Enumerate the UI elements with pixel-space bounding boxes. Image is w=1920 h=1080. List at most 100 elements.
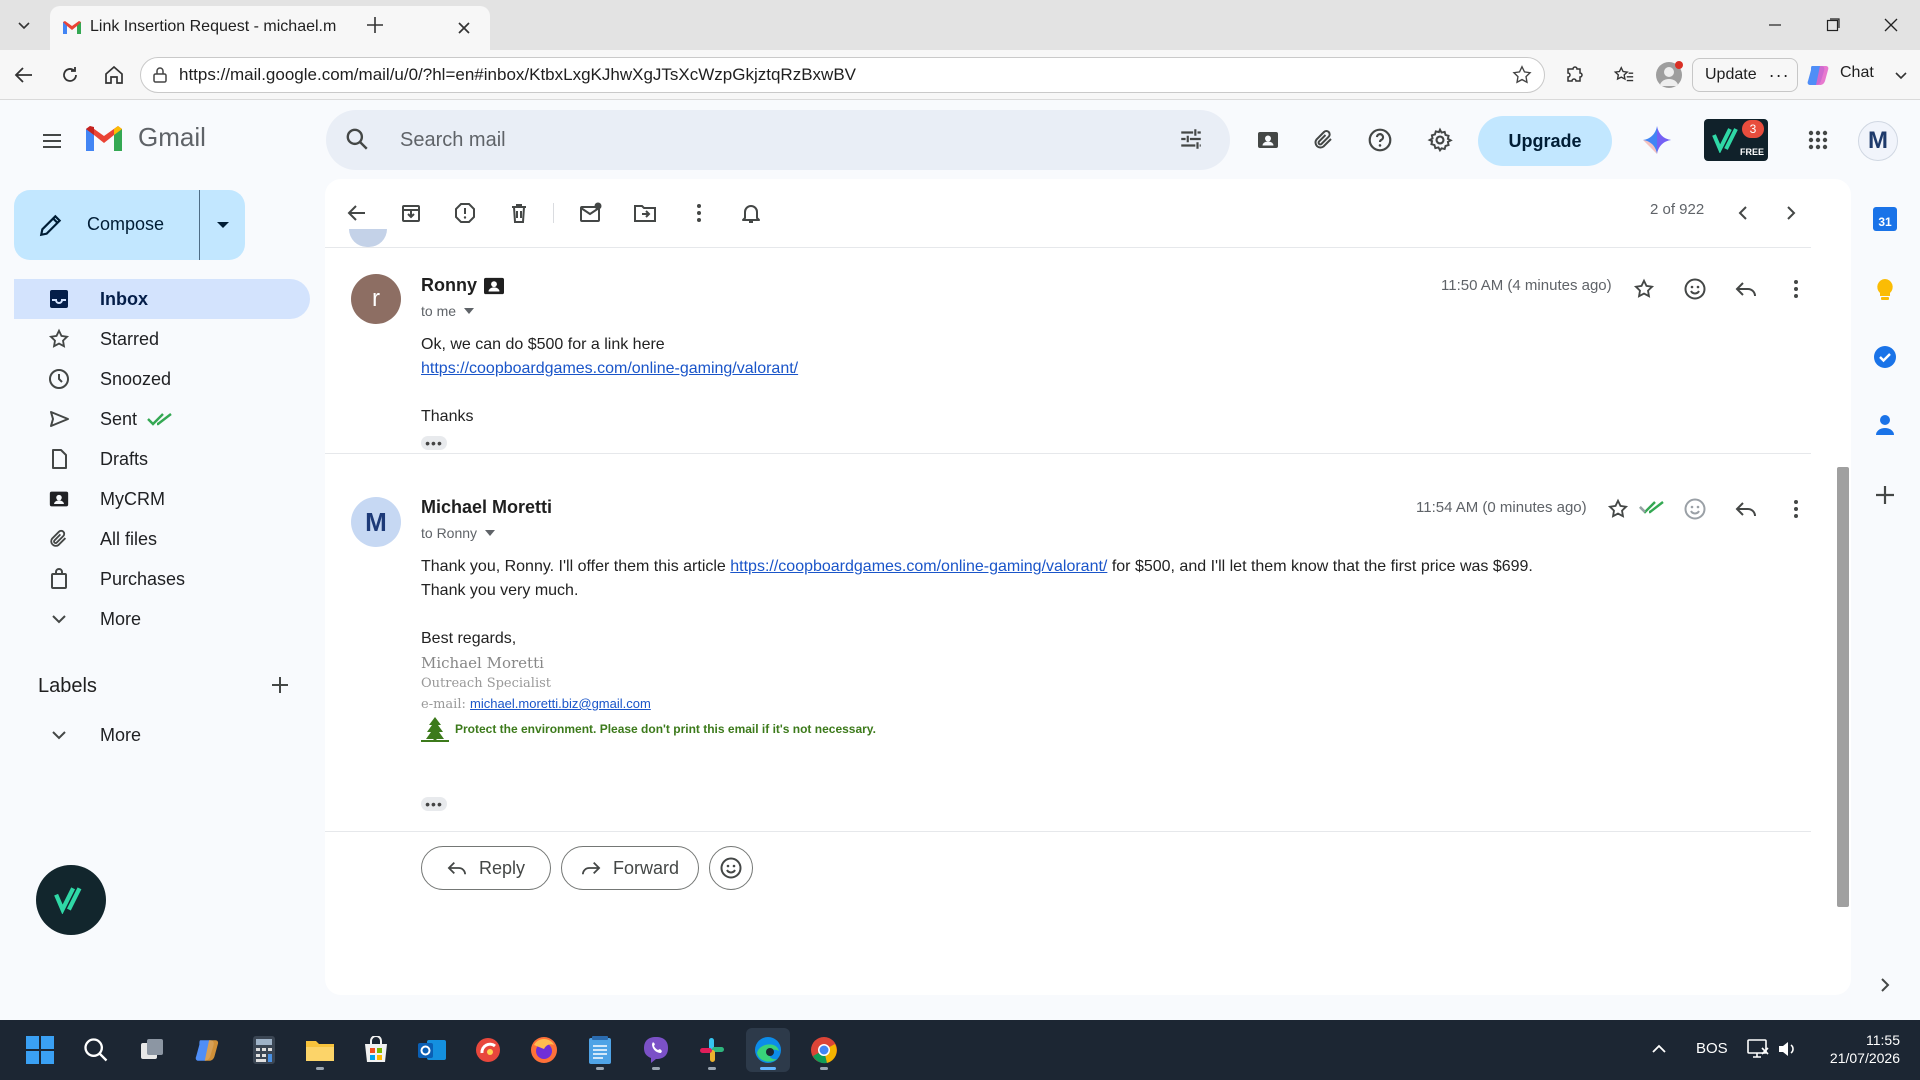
sidebar-item-sent[interactable]: Sent bbox=[14, 399, 310, 439]
reply-button[interactable] bbox=[1725, 488, 1767, 530]
search-input[interactable]: Search mail bbox=[400, 129, 506, 152]
compose-button[interactable]: Compose bbox=[14, 190, 245, 260]
notepad-taskbar-button[interactable] bbox=[578, 1028, 622, 1072]
create-label-button[interactable] bbox=[260, 665, 300, 705]
sidebar-item-mycrm[interactable]: MyCRM bbox=[14, 479, 310, 519]
article-link[interactable]: https://coopboardgames.com/online-gaming… bbox=[730, 558, 1107, 575]
mycrm-button[interactable] bbox=[1246, 118, 1290, 162]
update-button[interactable]: Update ··· bbox=[1692, 58, 1798, 92]
sidebar-item-all-files[interactable]: All files bbox=[14, 519, 310, 559]
keep-icon[interactable] bbox=[1873, 277, 1897, 303]
article-link[interactable]: https://coopboardgames.com/online-gaming… bbox=[421, 360, 798, 377]
main-menu-button[interactable] bbox=[28, 117, 76, 165]
volume-icon[interactable] bbox=[1776, 1038, 1798, 1060]
network-icon[interactable] bbox=[1746, 1038, 1770, 1060]
star-button[interactable] bbox=[1597, 488, 1639, 530]
labels-more[interactable]: More bbox=[14, 715, 310, 755]
favorite-star-icon[interactable] bbox=[1511, 64, 1533, 86]
slack-taskbar-button[interactable] bbox=[690, 1028, 734, 1072]
firefox-taskbar-button[interactable] bbox=[522, 1028, 566, 1072]
reload-button[interactable] bbox=[52, 57, 88, 93]
calculator-taskbar-button[interactable] bbox=[242, 1028, 286, 1072]
back-button[interactable] bbox=[6, 57, 42, 93]
favorites-button[interactable] bbox=[1606, 57, 1642, 93]
get-addons-button[interactable] bbox=[1873, 483, 1897, 507]
star-button[interactable] bbox=[1623, 268, 1665, 310]
message-more-button[interactable] bbox=[1775, 488, 1817, 530]
previous-message-avatar[interactable] bbox=[349, 229, 387, 247]
new-tab-button[interactable] bbox=[357, 7, 393, 43]
start-button[interactable] bbox=[18, 1028, 62, 1072]
message-more-button[interactable] bbox=[1775, 268, 1817, 310]
add-reaction-button[interactable] bbox=[1674, 488, 1716, 530]
tray-overflow-icon[interactable] bbox=[1650, 1040, 1668, 1058]
viber-taskbar-button[interactable] bbox=[634, 1028, 678, 1072]
settings-button[interactable] bbox=[1418, 118, 1462, 162]
sidebar-item-drafts[interactable]: Drafts bbox=[14, 439, 310, 479]
search-options-icon[interactable] bbox=[1178, 126, 1204, 152]
extensions-button[interactable] bbox=[1556, 57, 1592, 93]
tasks-icon[interactable] bbox=[1873, 345, 1897, 369]
gmail-logo-icon[interactable] bbox=[84, 123, 124, 153]
recipient-toggle[interactable]: to me bbox=[421, 303, 475, 319]
account-avatar[interactable]: M bbox=[1858, 121, 1898, 161]
search-taskbar-button[interactable] bbox=[74, 1028, 118, 1072]
copilot-taskbar-button[interactable] bbox=[186, 1028, 230, 1072]
avatar[interactable]: M bbox=[351, 497, 401, 547]
copilot-icon[interactable] bbox=[1806, 62, 1832, 88]
mark-unread-button[interactable] bbox=[569, 191, 613, 235]
avatar[interactable]: r bbox=[351, 274, 401, 324]
reply-button[interactable] bbox=[1725, 268, 1767, 310]
sidebar-item-purchases[interactable]: Purchases bbox=[14, 559, 310, 599]
attachments-button[interactable] bbox=[1302, 118, 1346, 162]
chevron-down-icon[interactable] bbox=[1893, 67, 1909, 83]
address-bar[interactable]: https://mail.google.com/mail/u/0/?hl=en#… bbox=[140, 57, 1545, 93]
language-indicator[interactable]: BOS bbox=[1696, 1040, 1728, 1057]
more-actions-button[interactable] bbox=[677, 191, 721, 235]
sidebar-item-inbox[interactable]: Inbox bbox=[14, 279, 310, 319]
site-info-icon[interactable] bbox=[151, 66, 169, 84]
task-view-button[interactable] bbox=[130, 1028, 174, 1072]
compose-options-icon[interactable] bbox=[216, 219, 230, 231]
delete-button[interactable] bbox=[497, 191, 541, 235]
signature-email-link[interactable]: michael.moretti.biz@gmail.com bbox=[470, 696, 651, 711]
search-bar[interactable]: Search mail bbox=[326, 110, 1230, 170]
contact-card-icon[interactable] bbox=[483, 276, 505, 296]
sidebar-item-snoozed[interactable]: Snoozed bbox=[14, 359, 310, 399]
tab-list-button[interactable] bbox=[6, 7, 42, 43]
move-to-button[interactable] bbox=[623, 191, 667, 235]
upgrade-button[interactable]: Upgrade bbox=[1478, 116, 1612, 166]
reply-all-button[interactable]: Reply bbox=[421, 846, 551, 890]
scrollbar-thumb[interactable] bbox=[1837, 467, 1849, 907]
home-button[interactable] bbox=[96, 57, 132, 93]
recipient-toggle[interactable]: to Ronny bbox=[421, 525, 496, 541]
add-reaction-button[interactable] bbox=[1674, 268, 1716, 310]
support-button[interactable] bbox=[1358, 118, 1402, 162]
calendar-icon[interactable]: 31 bbox=[1873, 207, 1897, 231]
archive-button[interactable] bbox=[389, 191, 433, 235]
notification-bell-button[interactable] bbox=[729, 191, 773, 235]
report-spam-button[interactable] bbox=[443, 191, 487, 235]
maximize-button[interactable] bbox=[1810, 0, 1856, 50]
gemini-icon[interactable] bbox=[1642, 125, 1672, 155]
outlook-taskbar-button[interactable] bbox=[410, 1028, 454, 1072]
chat-label[interactable]: Chat bbox=[1840, 64, 1874, 82]
chrome-taskbar-button[interactable] bbox=[802, 1028, 846, 1072]
app-taskbar-button[interactable] bbox=[466, 1028, 510, 1072]
extension-badge-button[interactable]: 3 FREE bbox=[1704, 119, 1768, 161]
apps-button[interactable] bbox=[1796, 118, 1840, 162]
minimize-button[interactable] bbox=[1752, 0, 1798, 50]
profile-avatar[interactable] bbox=[1656, 61, 1683, 88]
newer-button[interactable] bbox=[1723, 191, 1763, 235]
sender-name[interactable]: Ronny bbox=[421, 275, 477, 296]
forward-button[interactable]: Forward bbox=[561, 846, 699, 890]
close-tab-icon[interactable] bbox=[454, 18, 474, 38]
extension-floating-button[interactable] bbox=[36, 865, 106, 935]
show-trimmed-content-button[interactable]: ••• bbox=[421, 797, 447, 811]
edge-taskbar-button[interactable] bbox=[746, 1028, 790, 1072]
search-icon[interactable] bbox=[344, 126, 370, 152]
store-taskbar-button[interactable] bbox=[354, 1028, 398, 1072]
expand-panel-button[interactable] bbox=[1877, 977, 1893, 993]
clock[interactable]: 11:55 21/07/2026 bbox=[1820, 1031, 1900, 1067]
browser-tab-active[interactable]: Link Insertion Request - michael.m bbox=[50, 6, 490, 50]
